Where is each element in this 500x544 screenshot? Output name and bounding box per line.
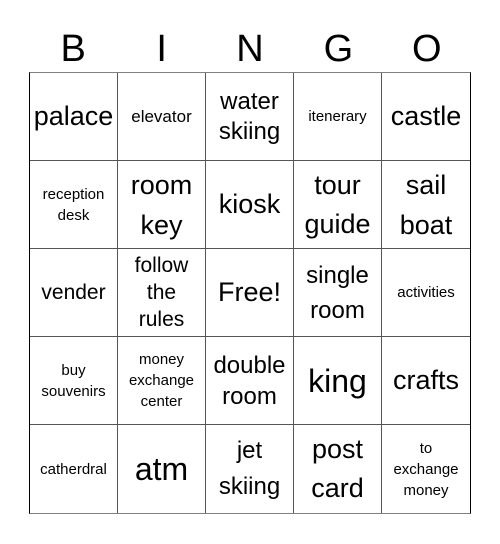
bingo-cell[interactable]: buy souvenirs bbox=[30, 337, 118, 425]
header-letter-n: N bbox=[236, 28, 264, 70]
bingo-cell[interactable]: to exchange money bbox=[382, 425, 470, 513]
bingo-cell[interactable]: catherdral bbox=[30, 425, 118, 513]
bingo-cell[interactable]: jet skiing bbox=[206, 425, 294, 513]
bingo-cell[interactable]: follow the rules bbox=[118, 249, 206, 337]
header-letter-i: I bbox=[156, 28, 167, 70]
bingo-cell[interactable]: itenerary bbox=[294, 73, 382, 161]
bingo-cell[interactable]: crafts bbox=[382, 337, 470, 425]
bingo-cell[interactable]: vender bbox=[30, 249, 118, 337]
header-letter-g: G bbox=[323, 28, 354, 70]
bingo-cell[interactable]: room key bbox=[118, 161, 206, 249]
header-letter-o: O bbox=[412, 28, 442, 70]
bingo-cell[interactable]: double room bbox=[206, 337, 294, 425]
bingo-cell[interactable]: post card bbox=[294, 425, 382, 513]
bingo-cell[interactable]: single room bbox=[294, 249, 382, 337]
bingo-cell[interactable]: kiosk bbox=[206, 161, 294, 249]
bingo-grid: palace elevator water skiing itenerary c… bbox=[29, 72, 471, 514]
bingo-cell[interactable]: sail boat bbox=[382, 161, 470, 249]
bingo-header: B I N G O bbox=[29, 26, 471, 72]
bingo-cell[interactable]: atm bbox=[118, 425, 206, 513]
bingo-cell[interactable]: reception desk bbox=[30, 161, 118, 249]
header-letter-b: B bbox=[60, 28, 86, 70]
bingo-cell[interactable]: elevator bbox=[118, 73, 206, 161]
free-space[interactable]: Free! bbox=[206, 249, 294, 337]
bingo-cell[interactable]: palace bbox=[30, 73, 118, 161]
bingo-cell[interactable]: castle bbox=[382, 73, 470, 161]
bingo-cell[interactable]: tour guide bbox=[294, 161, 382, 249]
bingo-cell[interactable]: money exchange center bbox=[118, 337, 206, 425]
bingo-cell[interactable]: king bbox=[294, 337, 382, 425]
bingo-cell[interactable]: water skiing bbox=[206, 73, 294, 161]
bingo-cell[interactable]: activities bbox=[382, 249, 470, 337]
